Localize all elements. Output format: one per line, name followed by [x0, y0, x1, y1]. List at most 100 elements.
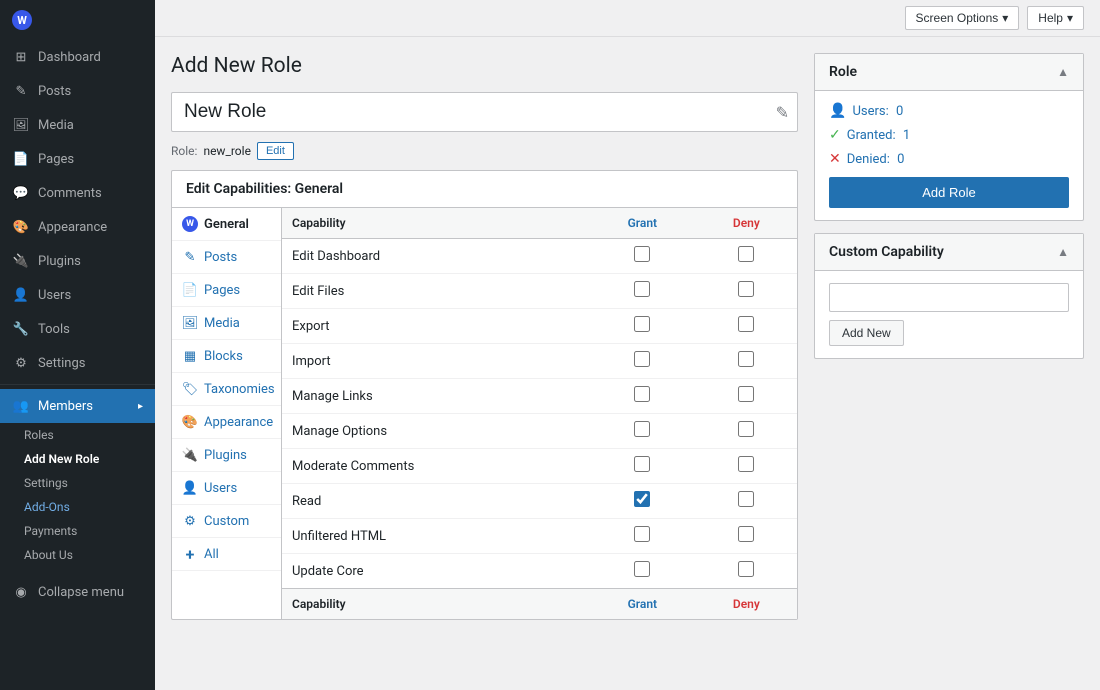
- cap-deny-checkbox[interactable]: [738, 561, 754, 577]
- cap-nav-users[interactable]: 👤 Users: [172, 472, 281, 505]
- add-role-button[interactable]: Add Role: [829, 177, 1069, 208]
- sidebar-item-dashboard[interactable]: ⊞ Dashboard: [0, 40, 155, 74]
- cap-grant-cell: [589, 379, 696, 414]
- sidebar-sub-settings[interactable]: Settings: [0, 471, 155, 495]
- cap-nav-posts[interactable]: ✎ Posts: [172, 241, 281, 274]
- cap-name-cell: Moderate Comments: [282, 449, 589, 484]
- sidebar-item-media[interactable]: 🖼 Media: [0, 108, 155, 142]
- media-nav-icon: 🖼: [182, 315, 198, 331]
- role-stat-users: 👤 Users: 0: [829, 103, 1069, 119]
- cap-grant-checkbox[interactable]: [634, 351, 650, 367]
- plugins-nav-icon: 🔌: [182, 447, 198, 463]
- dashboard-icon: ⊞: [12, 48, 30, 66]
- sidebar-item-label: Appearance: [38, 220, 107, 235]
- screen-options-button[interactable]: Screen Options ▾: [905, 6, 1020, 30]
- role-panel: Role ▲ 👤 Users: 0 ✓ Granted:: [814, 53, 1084, 221]
- role-panel-toggle[interactable]: ▲: [1057, 65, 1069, 79]
- role-name-input[interactable]: [180, 97, 776, 127]
- collapse-menu[interactable]: ◉ Collapse menu: [0, 575, 155, 609]
- tools-icon: 🔧: [12, 320, 30, 338]
- sidebar-sub-about-us[interactable]: About Us: [0, 543, 155, 567]
- main-content: Screen Options ▾ Help ▾ Add New Role ✎ R…: [155, 0, 1100, 690]
- cap-nav-all-label: All: [204, 547, 219, 562]
- sidebar-sub-add-new-role[interactable]: Add New Role: [0, 447, 155, 471]
- role-slug: new_role: [203, 144, 251, 158]
- table-row: Unfiltered HTML: [282, 519, 797, 554]
- cap-deny-checkbox[interactable]: [738, 421, 754, 437]
- sidebar-sub-payments[interactable]: Payments: [0, 519, 155, 543]
- cap-deny-checkbox[interactable]: [738, 351, 754, 367]
- cap-nav-pages[interactable]: 📄 Pages: [172, 274, 281, 307]
- cap-deny-checkbox[interactable]: [738, 456, 754, 472]
- sidebar-item-tools[interactable]: 🔧 Tools: [0, 312, 155, 346]
- cap-nav-all[interactable]: + All: [172, 538, 281, 571]
- custom-capability-toggle[interactable]: ▲: [1057, 245, 1069, 259]
- left-panel: Add New Role ✎ Role: new_role Edit Edit …: [171, 53, 798, 674]
- cap-nav-plugins[interactable]: 🔌 Plugins: [172, 439, 281, 472]
- sidebar-item-comments[interactable]: 💬 Comments: [0, 176, 155, 210]
- posts-icon: ✎: [12, 82, 30, 100]
- cap-grant-checkbox[interactable]: [634, 421, 650, 437]
- cap-name-cell: Export: [282, 309, 589, 344]
- cap-name-cell: Unfiltered HTML: [282, 519, 589, 554]
- posts-nav-icon: ✎: [182, 249, 198, 265]
- appearance-nav-icon: 🎨: [182, 414, 198, 430]
- users-nav-icon: 👤: [182, 480, 198, 496]
- edit-slug-button[interactable]: Edit: [257, 142, 294, 160]
- custom-capability-body: Add New: [815, 271, 1083, 358]
- help-button[interactable]: Help ▾: [1027, 6, 1084, 30]
- cap-deny-checkbox[interactable]: [738, 386, 754, 402]
- collapse-icon: ◉: [12, 583, 30, 601]
- cap-grant-checkbox[interactable]: [634, 316, 650, 332]
- custom-nav-icon: ⚙: [182, 513, 198, 529]
- add-new-capability-button[interactable]: Add New: [829, 320, 904, 346]
- pages-nav-icon: 📄: [182, 282, 198, 298]
- cap-deny-checkbox[interactable]: [738, 281, 754, 297]
- media-icon: 🖼: [12, 116, 30, 134]
- granted-stat-icon: ✓: [829, 127, 841, 143]
- help-arrow-icon: ▾: [1067, 11, 1073, 25]
- table-row: Manage Options: [282, 414, 797, 449]
- cap-name-cell: Update Core: [282, 554, 589, 589]
- help-label: Help: [1038, 11, 1063, 25]
- sidebar-sub-roles[interactable]: Roles: [0, 423, 155, 447]
- cap-name-cell: Manage Links: [282, 379, 589, 414]
- sidebar-item-posts[interactable]: ✎ Posts: [0, 74, 155, 108]
- cap-grant-cell: [589, 414, 696, 449]
- sidebar-sub-add-ons[interactable]: Add-Ons: [0, 495, 155, 519]
- sidebar-item-users[interactable]: 👤 Users: [0, 278, 155, 312]
- sidebar-item-members[interactable]: 👥 Members ▸: [0, 389, 155, 423]
- cap-deny-checkbox[interactable]: [738, 526, 754, 542]
- sidebar-item-plugins[interactable]: 🔌 Plugins: [0, 244, 155, 278]
- sidebar-item-appearance[interactable]: 🎨 Appearance: [0, 210, 155, 244]
- cap-grant-checkbox[interactable]: [634, 386, 650, 402]
- cap-nav-general[interactable]: W General: [172, 208, 281, 241]
- cap-nav-media[interactable]: 🖼 Media: [172, 307, 281, 340]
- cap-deny-checkbox[interactable]: [738, 316, 754, 332]
- cap-nav-taxonomies[interactable]: 🏷 Taxonomies: [172, 373, 281, 406]
- cap-grant-checkbox[interactable]: [634, 281, 650, 297]
- cap-nav-custom-label: Custom: [204, 514, 249, 529]
- cap-grant-checkbox[interactable]: [634, 526, 650, 542]
- sidebar-item-label: Settings: [38, 356, 85, 371]
- sidebar-item-pages[interactable]: 📄 Pages: [0, 142, 155, 176]
- cap-grant-checkbox[interactable]: [634, 456, 650, 472]
- cap-grant-checkbox[interactable]: [634, 561, 650, 577]
- cap-nav-custom[interactable]: ⚙ Custom: [172, 505, 281, 538]
- members-icon: 👥: [12, 397, 30, 415]
- sidebar-item-settings[interactable]: ⚙ Settings: [0, 346, 155, 380]
- members-arrow-icon: ▸: [138, 401, 143, 412]
- custom-capability-input[interactable]: [829, 283, 1069, 312]
- cap-grant-checkbox[interactable]: [634, 491, 650, 507]
- cap-name-cell: Manage Options: [282, 414, 589, 449]
- cap-grant-cell: [589, 274, 696, 309]
- cap-deny-checkbox[interactable]: [738, 246, 754, 262]
- cap-nav-appearance[interactable]: 🎨 Appearance: [172, 406, 281, 439]
- cap-grant-checkbox[interactable]: [634, 246, 650, 262]
- sidebar-divider: [0, 384, 155, 385]
- cap-deny-cell: [696, 344, 797, 379]
- cap-nav-blocks[interactable]: ▦ Blocks: [172, 340, 281, 373]
- cap-deny-checkbox[interactable]: [738, 491, 754, 507]
- sidebar-item-label: Tools: [38, 322, 70, 337]
- table-row: Import: [282, 344, 797, 379]
